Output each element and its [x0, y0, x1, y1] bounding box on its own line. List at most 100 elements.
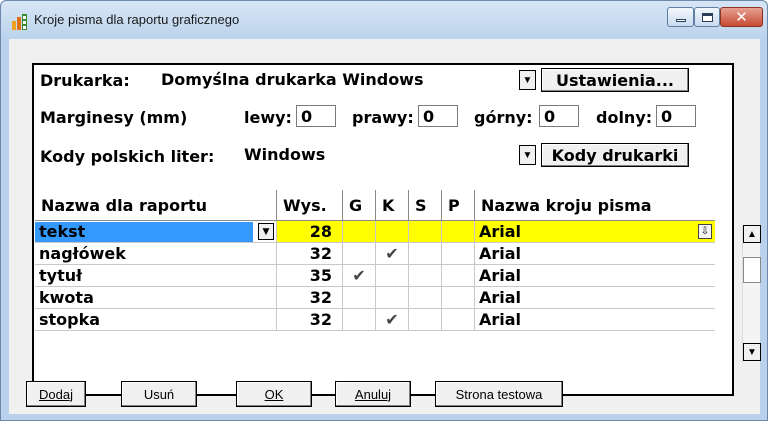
table-row[interactable]: stopka 32 ✔ Arial — [35, 309, 715, 331]
row-italic-cell[interactable] — [376, 265, 409, 287]
row-name-cell[interactable]: tytuł — [35, 265, 277, 287]
row-name-cell[interactable]: tekst ▼ — [35, 221, 277, 243]
settings-frame: Drukarka: Domyślna drukarka Windows ▼ Us… — [32, 63, 734, 396]
column-header-height[interactable]: Wys. — [277, 190, 343, 221]
row-height-cell[interactable]: 32 — [277, 243, 343, 265]
row-name-cell[interactable]: kwota — [35, 287, 277, 309]
row-font-cell[interactable]: Arial — [475, 265, 715, 287]
table-row[interactable]: tytuł 35 ✔ Arial — [35, 265, 715, 287]
ok-button[interactable]: OK — [236, 381, 312, 407]
printer-dropdown-button[interactable]: ▼ — [519, 70, 536, 90]
row-height-cell[interactable]: 32 — [277, 309, 343, 331]
row-underline-cell[interactable] — [442, 287, 475, 309]
table-row[interactable]: tekst ▼ 28 Arial ⇩ — [35, 221, 715, 243]
test-page-button-label: Strona testowa — [455, 386, 543, 402]
title-bar[interactable]: Kroje pisma dla raportu graficznego ✕ — [1, 1, 767, 39]
row-font-cell[interactable]: Arial ⇩ — [475, 221, 715, 243]
column-header-bold[interactable]: G — [343, 190, 376, 221]
grid-scrollbar[interactable]: ▲ ▼ — [742, 225, 761, 362]
row-font-cell[interactable]: Arial — [475, 287, 715, 309]
row-height-cell[interactable]: 28 — [277, 221, 343, 243]
delete-button[interactable]: Usuń — [121, 381, 197, 407]
row-italic-cell[interactable]: ✔ — [376, 243, 409, 265]
row-underline-cell[interactable] — [442, 309, 475, 331]
row-font-cell[interactable]: Arial — [475, 309, 715, 331]
row-underline-cell[interactable] — [442, 265, 475, 287]
chevron-down-icon: ▼ — [747, 346, 757, 358]
ok-button-label: OK — [264, 386, 284, 402]
row-font-name: Arial — [479, 222, 522, 241]
column-header-strike[interactable]: S — [409, 190, 442, 221]
printer-select[interactable]: Domyślna drukarka Windows — [157, 69, 517, 91]
minimize-icon — [675, 18, 686, 22]
row-strike-cell[interactable] — [409, 243, 442, 265]
table-row[interactable]: nagłówek 32 ✔ Arial — [35, 243, 715, 265]
chevron-down-icon: ▼ — [262, 226, 270, 237]
font-dropdown-icon[interactable]: ⇩ — [698, 224, 712, 239]
column-header-italic[interactable]: K — [376, 190, 409, 221]
row-strike-cell[interactable] — [409, 221, 442, 243]
row-italic-cell[interactable] — [376, 221, 409, 243]
column-header-underline[interactable]: P — [442, 190, 475, 221]
margin-bottom-label: dolny: — [596, 108, 653, 127]
row-name-editor[interactable]: tekst — [35, 222, 253, 242]
polish-codes-select[interactable]: Windows — [240, 144, 517, 166]
close-button[interactable]: ✕ — [720, 7, 763, 27]
delete-button-label: Usuń — [143, 386, 175, 402]
row-font-cell[interactable]: Arial — [475, 243, 715, 265]
row-bold-cell[interactable] — [343, 221, 376, 243]
scrollbar-thumb[interactable] — [743, 257, 761, 283]
window-title: Kroje pisma dla raportu graficznego — [34, 12, 240, 27]
polish-codes-label: Kody polskich liter: — [40, 147, 215, 166]
margin-left-label: lewy: — [244, 108, 292, 127]
dialog-window: Kroje pisma dla raportu graficznego ✕ Dr… — [0, 0, 768, 421]
margin-top-label: górny: — [474, 108, 533, 127]
add-button-label: Dodaj — [39, 386, 73, 402]
row-bold-cell[interactable]: ✔ — [343, 265, 376, 287]
test-page-button[interactable]: Strona testowa — [435, 381, 563, 407]
row-italic-cell[interactable]: ✔ — [376, 309, 409, 331]
margin-bottom-input[interactable]: 0 — [656, 105, 696, 127]
name-dropdown-button[interactable]: ▼ — [258, 223, 274, 240]
chevron-up-icon: ▲ — [747, 228, 757, 240]
row-height-cell[interactable]: 35 — [277, 265, 343, 287]
close-icon: ✕ — [735, 7, 748, 26]
column-header-report-name[interactable]: Nazwa dla raportu — [35, 190, 277, 221]
row-underline-cell[interactable] — [442, 221, 475, 243]
margin-top-input[interactable]: 0 — [539, 105, 579, 127]
column-header-font-name[interactable]: Nazwa kroju pisma — [475, 190, 715, 221]
margin-left-input[interactable]: 0 — [296, 105, 336, 127]
row-italic-cell[interactable] — [376, 287, 409, 309]
chevron-down-icon: ▼ — [522, 149, 533, 161]
scroll-down-button[interactable]: ▼ — [743, 343, 761, 361]
printer-label: Drukarka: — [40, 71, 130, 90]
scroll-up-button[interactable]: ▲ — [743, 225, 761, 243]
polish-codes-dropdown-button[interactable]: ▼ — [519, 145, 536, 165]
row-bold-cell[interactable] — [343, 287, 376, 309]
row-strike-cell[interactable] — [409, 287, 442, 309]
row-bold-cell[interactable] — [343, 309, 376, 331]
row-name-cell[interactable]: nagłówek — [35, 243, 277, 265]
maximize-button[interactable] — [694, 7, 720, 27]
row-strike-cell[interactable] — [409, 265, 442, 287]
cancel-button[interactable]: Anuluj — [335, 381, 411, 407]
app-icon — [12, 14, 27, 30]
row-bold-cell[interactable] — [343, 243, 376, 265]
add-button[interactable]: Dodaj — [26, 381, 86, 407]
fonts-grid[interactable]: Nazwa dla raportu Wys. G K S P Nazwa kro… — [35, 190, 715, 394]
row-height-cell[interactable]: 32 — [277, 287, 343, 309]
margin-right-input[interactable]: 0 — [418, 105, 458, 127]
printer-codes-button[interactable]: Kody drukarki — [541, 143, 689, 167]
minimize-button[interactable] — [667, 7, 694, 27]
margin-right-label: prawy: — [352, 108, 414, 127]
chevron-down-icon: ▼ — [522, 74, 533, 86]
row-underline-cell[interactable] — [442, 243, 475, 265]
margins-label: Marginesy (mm) — [40, 108, 188, 127]
dialog-client: Drukarka: Domyślna drukarka Windows ▼ Us… — [9, 39, 761, 414]
row-strike-cell[interactable] — [409, 309, 442, 331]
maximize-icon — [701, 12, 713, 22]
row-name-cell[interactable]: stopka — [35, 309, 277, 331]
table-row[interactable]: kwota 32 Arial — [35, 287, 715, 309]
cancel-button-label: Anuluj — [354, 386, 392, 402]
settings-button[interactable]: Ustawienia... — [541, 68, 689, 92]
